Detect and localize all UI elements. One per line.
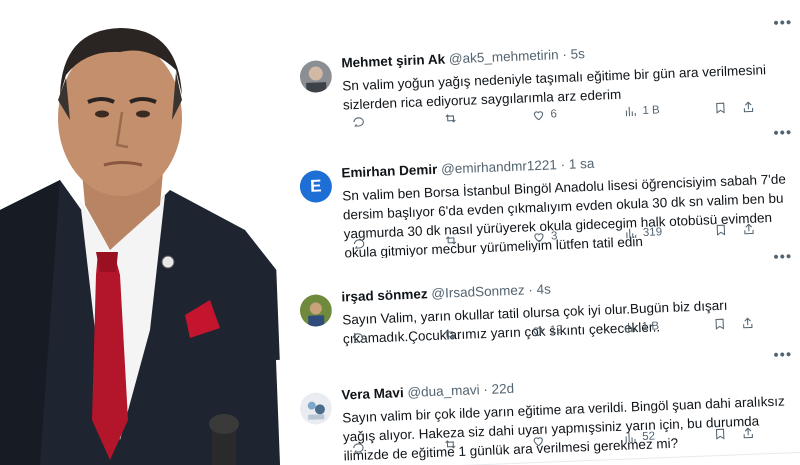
like-button[interactable] xyxy=(531,434,551,449)
reply-button[interactable] xyxy=(351,114,371,129)
like-count: 3 xyxy=(550,230,558,243)
views-button[interactable]: 52 xyxy=(623,430,655,445)
like-button[interactable]: 3 xyxy=(532,229,558,244)
views-icon xyxy=(625,106,636,117)
reply-icon xyxy=(352,333,364,343)
retweet-button[interactable] xyxy=(443,327,463,342)
share-button[interactable] xyxy=(741,426,756,441)
bookmark-button[interactable] xyxy=(714,223,729,238)
display-name[interactable]: Vera Mavi xyxy=(341,385,404,402)
retweet-icon xyxy=(444,330,456,339)
like-icon xyxy=(534,233,544,243)
share-icon xyxy=(743,101,754,113)
like-button[interactable]: 12 xyxy=(531,323,563,338)
reply-icon xyxy=(353,443,364,453)
bookmark-icon xyxy=(715,318,724,330)
timestamp[interactable]: 22d xyxy=(491,381,514,397)
display-name[interactable]: Emirhan Demir xyxy=(341,162,438,181)
views-button[interactable]: 319 xyxy=(624,225,663,240)
timestamp[interactable]: 5s xyxy=(570,46,585,62)
like-count: 6 xyxy=(550,108,558,121)
separator-dot: · xyxy=(562,46,568,63)
user-handle[interactable]: @dua_mavi xyxy=(407,382,480,400)
views-icon xyxy=(626,228,637,239)
views-icon xyxy=(625,322,636,333)
views-icon xyxy=(625,432,636,443)
reply-button[interactable] xyxy=(351,330,371,345)
views-button[interactable]: 1 B xyxy=(623,319,660,334)
reply-icon xyxy=(353,239,365,249)
like-icon xyxy=(533,111,544,121)
timestamp[interactable]: 4s xyxy=(536,281,551,297)
reply-button[interactable] xyxy=(351,440,371,455)
avatar[interactable] xyxy=(299,392,332,425)
avatar[interactable]: E xyxy=(299,169,333,204)
tweet-card[interactable]: Vera Mavi @dua_mavi · 22d Sayın valim bi… xyxy=(276,339,800,465)
retweet-icon xyxy=(445,236,457,245)
user-handle[interactable]: @emirhandmr1221 xyxy=(441,157,557,176)
reply-button[interactable] xyxy=(352,236,372,251)
retweet-button[interactable] xyxy=(443,111,463,126)
user-handle[interactable]: @ak5_mehmetirin xyxy=(449,47,559,66)
avatar[interactable] xyxy=(299,294,332,327)
timestamp[interactable]: 1 sa xyxy=(569,156,595,172)
display-name[interactable]: irşad sönmez xyxy=(341,286,428,304)
more-options-icon[interactable]: ••• xyxy=(773,248,792,266)
view-count: 52 xyxy=(641,430,656,443)
share-button[interactable] xyxy=(742,222,757,237)
retweet-icon xyxy=(445,114,456,123)
view-count: 319 xyxy=(642,226,663,239)
tweet-feed: Mehmet şirin Ak @ak5_mehmetirin · 5s Sn … xyxy=(268,0,800,465)
bookmark-icon xyxy=(716,224,726,236)
more-options-icon[interactable]: ••• xyxy=(773,346,792,364)
bookmark-icon xyxy=(716,102,725,114)
retweet-button[interactable] xyxy=(444,233,464,248)
separator-dot: · xyxy=(560,156,566,173)
like-button[interactable]: 6 xyxy=(531,107,557,122)
share-icon xyxy=(743,427,753,439)
like-icon xyxy=(533,437,543,447)
display-name[interactable]: Mehmet şirin Ak xyxy=(341,52,445,71)
retweet-button[interactable] xyxy=(443,437,463,452)
share-button[interactable] xyxy=(741,100,756,115)
separator-dot: · xyxy=(483,381,489,398)
like-icon xyxy=(533,327,543,337)
bookmark-button[interactable] xyxy=(713,101,728,116)
share-button[interactable] xyxy=(740,316,755,331)
user-handle[interactable]: @IrsadSonmez xyxy=(431,282,525,301)
separator-dot: · xyxy=(528,282,534,298)
view-count: 1 B xyxy=(642,104,660,117)
bookmark-icon xyxy=(715,428,725,440)
more-options-icon[interactable]: ••• xyxy=(773,14,792,32)
retweet-icon xyxy=(445,440,456,449)
share-icon xyxy=(743,317,753,329)
bookmark-button[interactable] xyxy=(712,317,727,332)
like-count: 12 xyxy=(549,324,563,337)
share-icon xyxy=(744,223,754,235)
more-options-icon[interactable]: ••• xyxy=(773,124,792,142)
avatar[interactable] xyxy=(299,60,332,93)
bookmark-button[interactable] xyxy=(713,427,728,442)
view-count: 1 B xyxy=(641,320,660,334)
views-button[interactable]: 1 B xyxy=(623,103,660,118)
reply-icon xyxy=(353,117,364,127)
